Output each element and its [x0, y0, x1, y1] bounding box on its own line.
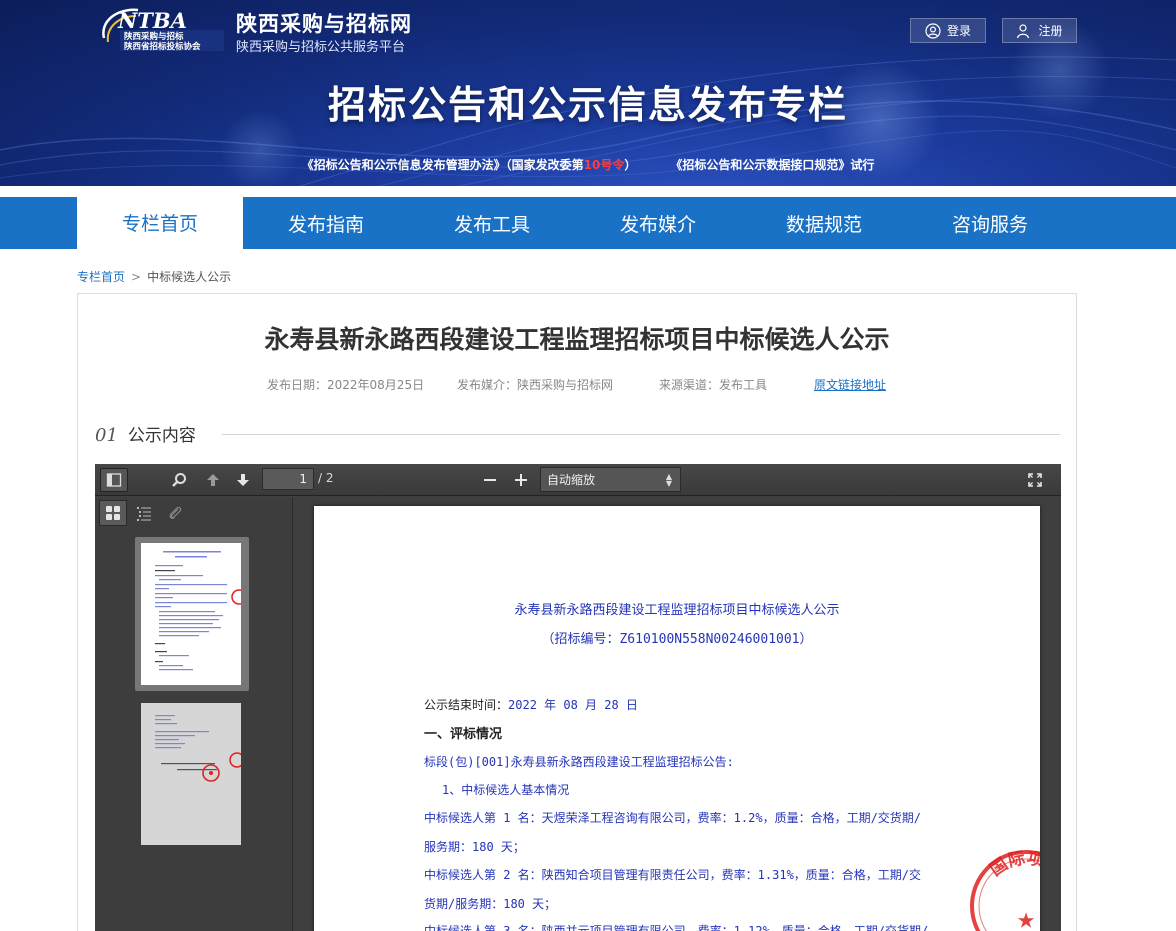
sidebar-toggle-button[interactable]: [100, 468, 128, 492]
nav-item-tools[interactable]: 发布工具: [409, 197, 575, 249]
decree-number: 10号令: [583, 158, 625, 172]
nav-item-media[interactable]: 发布媒介: [575, 197, 741, 249]
zoom-select-value: 自动缩放: [547, 473, 596, 487]
nav-item-home[interactable]: 专栏首页: [77, 196, 243, 249]
outline-icon: [137, 507, 151, 521]
thumbnail-text-lines: [155, 715, 241, 782]
banner-notes: 《招标公告和公示信息发布管理办法》（国家发改委第10号令） 《招标公告和公示数据接…: [0, 156, 1176, 173]
previous-page-icon: [207, 474, 219, 486]
user-add-icon: [1017, 23, 1030, 38]
doc-subheading: 1、中标候选人基本情况: [442, 783, 570, 797]
main-nav: 专栏首页 发布指南 发布工具 发布媒介 数据规范 咨询服务: [0, 196, 1176, 249]
content-panel: 永寿县新永路西段建设工程监理招标项目中标候选人公示 发布日期：2022年08月2…: [77, 293, 1077, 931]
nav-item-consult[interactable]: 咨询服务: [907, 197, 1073, 249]
thumbnail-image-2: [141, 703, 241, 845]
next-page-button[interactable]: [229, 468, 257, 492]
sidebar-view-tools: [99, 500, 189, 526]
outline-view-button[interactable]: [130, 500, 158, 526]
seal-text: 国际项目: [986, 848, 1040, 880]
doc-title: 永寿县新永路西段建设工程监理招标项目中标候选人公示: [514, 603, 840, 618]
zoom-out-icon: [484, 479, 496, 481]
doc-end-time: 公示结束时间：2022 年 08 月 28 日: [424, 698, 638, 712]
zoom-in-button[interactable]: [507, 468, 535, 492]
doc-candidate-2-line-1: 中标候选人第 2 名：陕西知合项目管理有限责任公司，费率：1.31%，质量：合格…: [424, 868, 922, 882]
site-subtitle: 陕西采购与招标公共服务平台: [236, 40, 406, 55]
zoom-in-icon: [515, 474, 527, 486]
user-circle-icon: [925, 22, 941, 39]
fullscreen-button[interactable]: [1021, 468, 1049, 492]
register-button[interactable]: 注册: [1002, 18, 1077, 43]
breadcrumb: 专栏首页 > 中标候选人公示: [77, 268, 231, 285]
search-button[interactable]: [165, 468, 193, 492]
seal-star-icon: ★: [1017, 901, 1035, 931]
thumbnail-image-1: [141, 543, 241, 685]
fullscreen-icon: [1028, 473, 1042, 487]
select-caret-icon: ▲ ▼: [665, 472, 672, 488]
doc-candidate-3-line-1: 中标候选人第 3 名：陕西并元项目管理有限公司，费率：1.12%，质量：合格，工…: [424, 924, 929, 931]
nav-item-guide[interactable]: 发布指南: [243, 197, 409, 249]
pdf-sidebar: [95, 497, 293, 931]
publish-media: 发布媒介：陕西采购与招标网: [457, 378, 614, 392]
pdf-toolbar: 1 / 2 自动缩放 ▲ ▼: [95, 464, 1061, 496]
publish-date: 发布日期：2022年08月25日: [267, 378, 425, 392]
register-label: 注册: [1038, 24, 1063, 38]
thumbnails-icon: [106, 506, 120, 520]
data-spec-link[interactable]: 《招标公告和公示数据接口规范》试行: [670, 158, 874, 172]
next-page-icon: [237, 474, 249, 486]
banner-title: 招标公告和公示信息发布专栏: [327, 83, 848, 127]
thumbnail-text-lines: [155, 551, 241, 671]
zoom-select[interactable]: 自动缩放 ▲ ▼: [540, 467, 681, 492]
page-number-input[interactable]: 1: [262, 468, 314, 490]
thumbnails-view-button[interactable]: [99, 500, 127, 526]
regulation-link[interactable]: 《招标公告和公示信息发布管理办法》（国家发改委第10号令）: [302, 158, 637, 172]
breadcrumb-separator: >: [131, 269, 142, 284]
ntba-logo[interactable]: NTBA 陕西采购与招标 陕西省招标投标协会: [100, 6, 228, 52]
attachments-view-button[interactable]: [161, 500, 189, 526]
pdf-page-area[interactable]: 永寿县新永路西段建设工程监理招标项目中标候选人公示 （招标编号：Z610100N…: [294, 497, 1061, 931]
page-thumbnail-2[interactable]: [135, 697, 249, 851]
site-name: 陕西采购与招标网: [236, 12, 412, 36]
nav-item-data-spec[interactable]: 数据规范: [741, 197, 907, 249]
doc-candidate-1-line-1: 中标候选人第 1 名：天煜荣泽工程咨询有限公司，费率：1.2%，质量：合格，工期…: [424, 811, 922, 825]
page-total: / 2: [318, 471, 334, 485]
doc-candidate-1-line-2: 服务期：180 天；: [424, 840, 525, 854]
doc-section-line: 标段(包)[001]永寿县新永路西段建设工程监理招标公告:: [424, 755, 734, 769]
attachment-icon: [169, 506, 182, 519]
search-icon: [172, 473, 186, 487]
doc-heading-evaluation: 一、评标情况: [424, 727, 503, 742]
pdf-page-1: 永寿县新永路西段建设工程监理招标项目中标候选人公示 （招标编号：Z610100N…: [314, 506, 1040, 931]
breadcrumb-current: 中标候选人公示: [147, 270, 232, 284]
section-divider: [222, 434, 1060, 435]
pdf-viewer: 1 / 2 自动缩放 ▲ ▼ 永寿县新永路西段建设工程监理招标项目中标候选人公示…: [95, 464, 1061, 931]
section-number: 01: [95, 425, 118, 446]
article-title: 永寿县新永路西段建设工程监理招标项目中标候选人公示: [264, 325, 890, 354]
previous-page-button[interactable]: [199, 468, 227, 492]
doc-candidate-2-line-2: 货期/服务期：180 天；: [424, 897, 557, 911]
original-link[interactable]: 原文链接地址: [814, 376, 886, 393]
logo-caption-2: 陕西省招标投标协会: [124, 41, 201, 52]
sidebar-toggle-icon: [106, 473, 122, 487]
header-banner: NTBA 陕西采购与招标 陕西省招标投标协会 陕西采购与招标网 陕西采购与招标公…: [0, 0, 1176, 186]
section-label: 公示内容: [127, 426, 196, 446]
official-seal-stamp: 国际项目 ★: [970, 848, 1040, 931]
source-channel: 来源渠道：发布工具: [659, 378, 768, 392]
logo-text: NTBA: [117, 8, 187, 33]
logo-caption-1: 陕西采购与招标: [124, 31, 184, 42]
login-label: 登录: [946, 24, 971, 38]
login-button[interactable]: 登录: [910, 18, 986, 43]
section-header: 01 公示内容: [95, 421, 196, 446]
page-thumbnail-1[interactable]: [135, 537, 249, 691]
breadcrumb-home[interactable]: 专栏首页: [77, 268, 125, 285]
zoom-out-button[interactable]: [476, 468, 504, 492]
doc-tender-code: （招标编号：Z610100N558N00246001001）: [541, 632, 813, 647]
